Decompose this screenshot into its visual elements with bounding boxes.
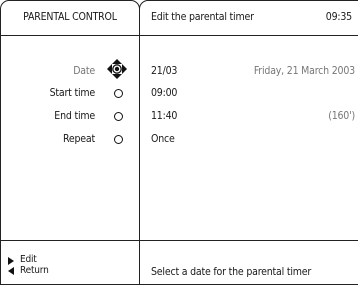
clock: 09:35: [325, 11, 352, 23]
menu-item-end-time[interactable]: End time: [54, 110, 95, 122]
help-text: Select a date for the parental timer: [151, 266, 312, 278]
left-title-divider: [0, 35, 140, 36]
duration-detail: (160'): [328, 110, 355, 122]
start-time-radio-icon[interactable]: [114, 89, 123, 98]
date-detail: Friday, 21 March 2003: [253, 65, 355, 77]
edit-action[interactable]: Edit: [20, 254, 37, 265]
right-title-divider: [139, 35, 358, 36]
date-value[interactable]: 21/03: [151, 65, 177, 77]
left-footer-divider: [0, 240, 140, 241]
arrow-left-icon: [8, 267, 14, 275]
start-time-value[interactable]: 09:00: [151, 87, 177, 99]
end-time-radio-icon[interactable]: [114, 112, 123, 121]
arrow-right-icon: [8, 257, 14, 265]
return-action[interactable]: Return: [20, 265, 49, 276]
repeat-radio-icon[interactable]: [114, 135, 123, 144]
end-time-value[interactable]: 11:40: [151, 110, 177, 122]
menu-item-start-time[interactable]: Start time: [50, 87, 96, 99]
menu-title: PARENTAL CONTROL: [23, 11, 117, 23]
editor-title: Edit the parental timer: [151, 11, 254, 23]
repeat-value[interactable]: Once: [151, 133, 175, 145]
menu-item-repeat[interactable]: Repeat: [63, 133, 95, 145]
menu-item-date[interactable]: Date: [73, 65, 95, 77]
dpad-navigation-icon: [107, 59, 127, 79]
right-footer-divider: [139, 240, 358, 241]
